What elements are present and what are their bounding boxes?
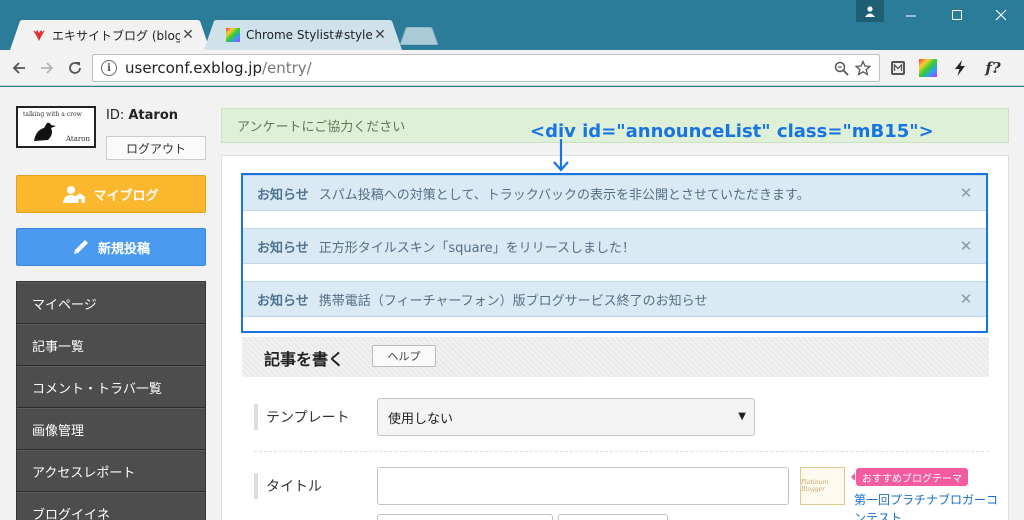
stylist-favicon-icon: [226, 28, 240, 42]
close-window-icon[interactable]: [978, 0, 1024, 30]
template-select[interactable]: 使用しない ▼: [377, 398, 755, 436]
sidebar-item-comments[interactable]: コメント・トラバ一覧: [17, 366, 205, 408]
tab-title: Chrome Stylist#styles: [246, 28, 372, 42]
home-user-icon: [63, 186, 86, 203]
new-post-button[interactable]: 新規投稿: [16, 228, 206, 266]
form-divider: [254, 451, 989, 452]
close-icon[interactable]: ✕: [946, 290, 986, 308]
announce-list: お知らせ スパム投稿への対策として、トラックバックの表示を非公開とさせていただき…: [241, 173, 988, 333]
sidebar-item-mypage[interactable]: マイページ: [17, 282, 205, 324]
zoom-icon[interactable]: [834, 61, 849, 76]
user-id-value: Ataron: [128, 108, 179, 123]
maximize-icon[interactable]: [934, 0, 980, 30]
announcement[interactable]: お知らせ スパム投稿への対策として、トラックバックの表示を非公開とさせていただき…: [243, 175, 986, 211]
avatar-name: Ataron: [66, 135, 90, 143]
announcement-label: お知らせ: [257, 240, 309, 256]
announcement-text[interactable]: スパム投稿への対策として、トラックバックの表示を非公開とさせていただきます。: [319, 184, 946, 203]
caret-down-icon: ▼: [738, 411, 746, 422]
tab-close-icon[interactable]: ✕: [180, 27, 196, 43]
page-content: talking with a crow Ataron ID: Ataron ログ…: [0, 87, 1024, 520]
help-button[interactable]: ヘルプ: [372, 345, 436, 367]
myblog-button[interactable]: マイブログ: [16, 175, 206, 213]
annotation-label: <div id="announceList" class="mB15">: [530, 121, 934, 142]
announcement-label: お知らせ: [257, 187, 309, 203]
logout-button[interactable]: ログアウト: [106, 136, 206, 160]
excite-favicon-icon: [33, 30, 45, 41]
forward-icon[interactable]: [35, 56, 59, 80]
sidebar-item-access-report[interactable]: アクセスレポート: [17, 450, 205, 492]
close-icon[interactable]: ✕: [946, 184, 986, 202]
back-icon[interactable]: [7, 56, 31, 80]
lightning-extension-icon[interactable]: [951, 59, 969, 77]
user-id: ID: Ataron: [106, 108, 178, 123]
title-label: タイトル: [254, 473, 322, 499]
theme-thumbnail[interactable]: Platinum Blogger: [800, 467, 845, 505]
sidebar-item-articles[interactable]: 記事一覧: [17, 324, 205, 366]
sidebar-item-blog-iine[interactable]: ブログイイネ: [17, 492, 205, 520]
category-select[interactable]: [377, 514, 553, 520]
tab-title: エキサイトブログ (blog)|新規: [52, 28, 180, 43]
announcement-label: お知らせ: [257, 293, 309, 309]
bookmark-star-icon[interactable]: [855, 60, 871, 76]
minimize-icon[interactable]: [888, 0, 934, 30]
reload-icon[interactable]: [63, 56, 87, 80]
announcement-text[interactable]: 正方形タイルスキン「square」をリリースしました！: [319, 237, 946, 256]
tab-inactive[interactable]: Chrome Stylist#styles ✕: [204, 20, 402, 50]
sidebar-item-images[interactable]: 画像管理: [17, 408, 205, 450]
announcement-text[interactable]: 携帯電話（フィーチャーフォン）版ブログサービス終了のお知らせ: [319, 290, 946, 309]
profile-icon[interactable]: [856, 0, 884, 22]
title-input[interactable]: [377, 467, 789, 505]
myblog-label: マイブログ: [93, 188, 159, 204]
crow-icon: [34, 122, 56, 141]
avatar-caption: talking with a crow: [23, 111, 82, 118]
address-bar[interactable]: i userconf.exblog.jp/entry/: [92, 54, 880, 82]
editor-header: 記事を書く ヘルプ: [242, 337, 989, 377]
template-label: テンプレート: [254, 404, 350, 430]
new-tab-button[interactable]: [400, 27, 438, 45]
browser-titlebar: エキサイトブログ (blog)|新規 ✕ Chrome Stylist#styl…: [0, 0, 1024, 50]
tab-close-icon[interactable]: ✕: [372, 27, 388, 43]
site-info-icon[interactable]: i: [101, 60, 117, 76]
sub-select[interactable]: [558, 514, 668, 520]
user-id-label: ID:: [106, 108, 125, 123]
function-extension-icon[interactable]: f?: [981, 59, 1005, 77]
url-host: userconf.exblog.jp: [125, 59, 262, 77]
sidebar-nav: マイページ 記事一覧 コメント・トラバ一覧 画像管理 アクセスレポート ブログイ…: [16, 281, 206, 520]
tab-active[interactable]: エキサイトブログ (blog)|新規 ✕: [10, 20, 210, 50]
theme-link[interactable]: 第一回プラチナブロガーコンテスト: [854, 491, 1004, 520]
extension-m-icon[interactable]: [889, 59, 907, 77]
new-post-label: 新規投稿: [97, 241, 150, 257]
url-path: /entry/: [261, 59, 312, 77]
browser-toolbar: i userconf.exblog.jp/entry/ f?: [0, 50, 1024, 86]
close-icon[interactable]: ✕: [946, 237, 986, 255]
announcement[interactable]: お知らせ 携帯電話（フィーチャーフォン）版ブログサービス終了のお知らせ ✕: [243, 281, 986, 317]
stylist-extension-icon[interactable]: [919, 59, 937, 77]
theme-badge: おすすめブログテーマ: [851, 468, 968, 486]
avatar[interactable]: talking with a crow Ataron: [16, 106, 96, 148]
pencil-icon: [73, 240, 88, 254]
editor-heading: 記事を書く: [264, 350, 345, 369]
annotation-arrow-icon: [553, 139, 569, 172]
announcement[interactable]: お知らせ 正方形タイルスキン「square」をリリースしました！ ✕: [243, 228, 986, 264]
template-select-value: 使用しない: [388, 411, 454, 427]
